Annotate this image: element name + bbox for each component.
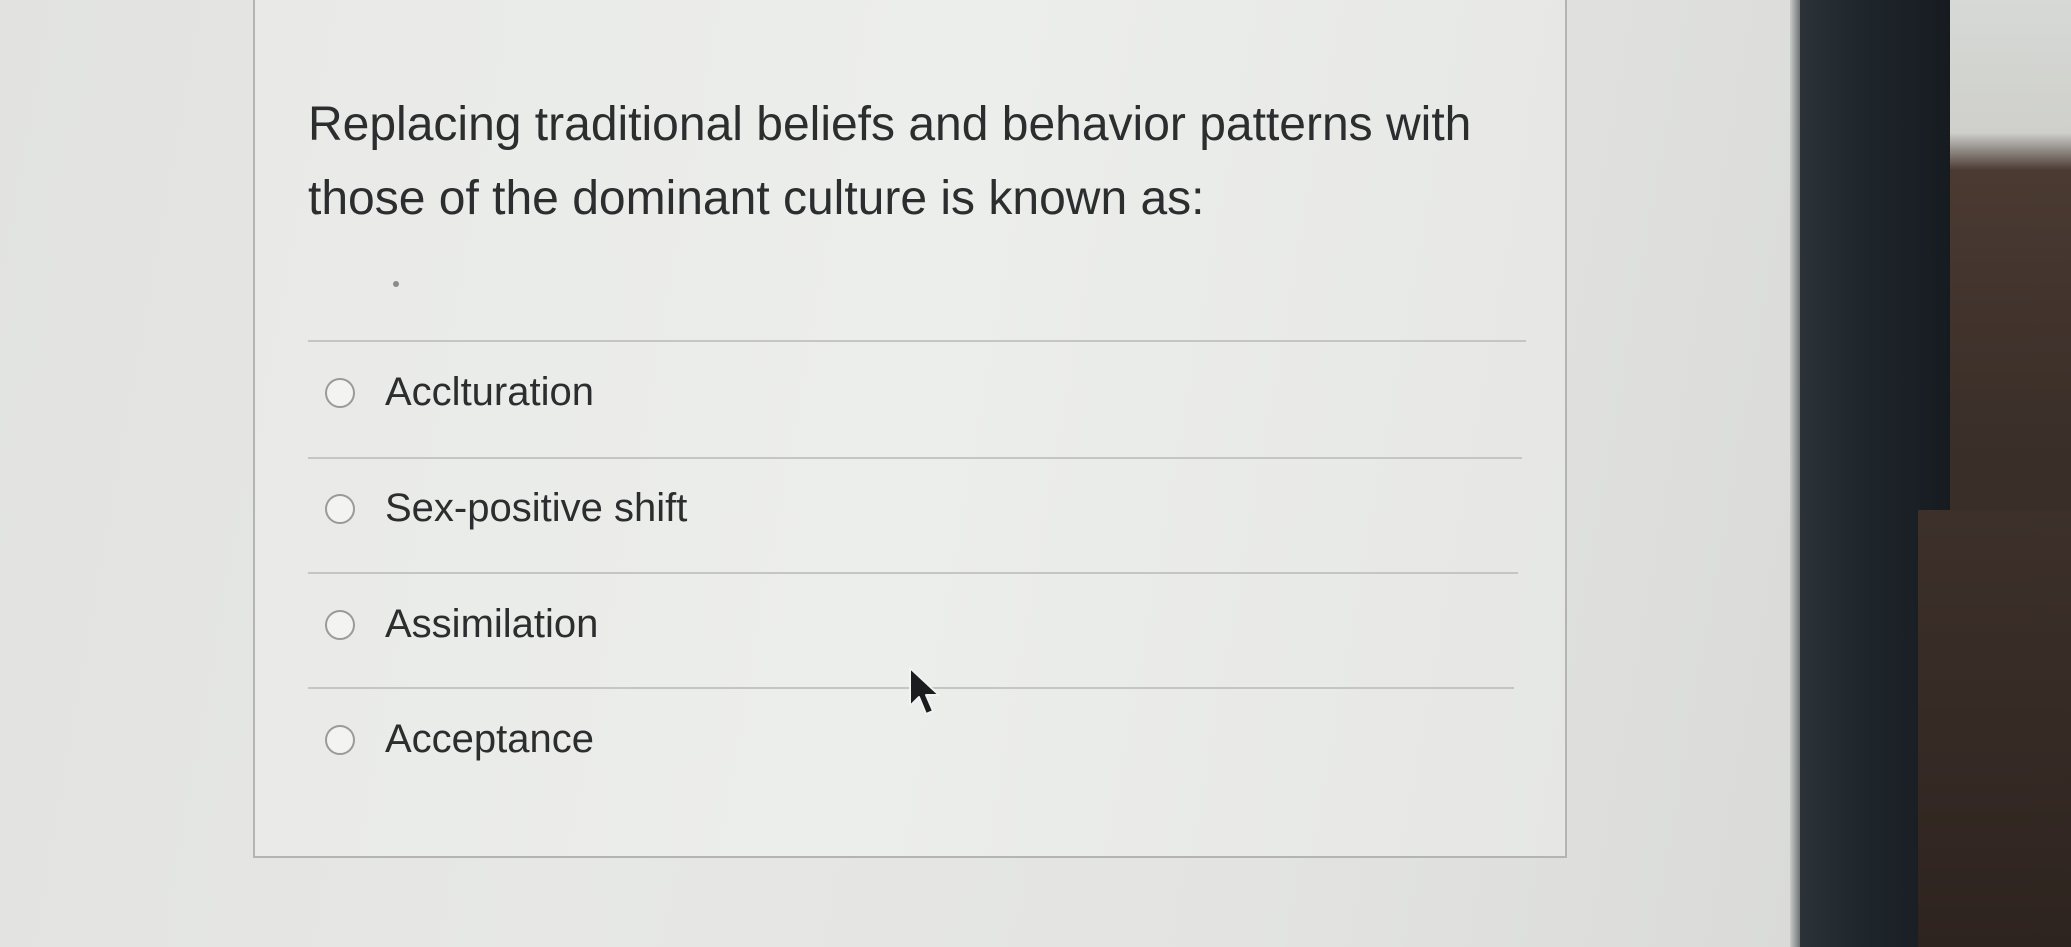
mouse-pointer-icon — [909, 667, 940, 715]
option-label: Sex-positive shift — [385, 486, 688, 530]
background-room-lower — [1918, 510, 2071, 947]
answer-option-acceptance[interactable]: Acceptance — [325, 717, 594, 762]
screen-speck — [393, 281, 399, 287]
answer-option-assimilation[interactable]: Assimilation — [325, 602, 598, 647]
answer-option-acculturation[interactable]: Acclturation — [325, 370, 594, 415]
radio-button-icon[interactable] — [325, 493, 355, 524]
radio-button-icon[interactable] — [325, 724, 355, 755]
radio-button-icon[interactable] — [325, 377, 355, 408]
answer-option-sex-positive-shift[interactable]: Sex-positive shift — [325, 486, 687, 531]
option-label: Assimilation — [385, 602, 599, 646]
option-label: Acceptance — [385, 717, 595, 761]
option-divider — [308, 340, 1526, 342]
radio-button-icon[interactable] — [325, 609, 355, 640]
question-text: Replacing traditional beliefs and behavi… — [308, 98, 1472, 225]
option-divider — [308, 457, 1522, 459]
option-divider — [308, 572, 1518, 574]
option-label: Acclturation — [385, 370, 594, 414]
